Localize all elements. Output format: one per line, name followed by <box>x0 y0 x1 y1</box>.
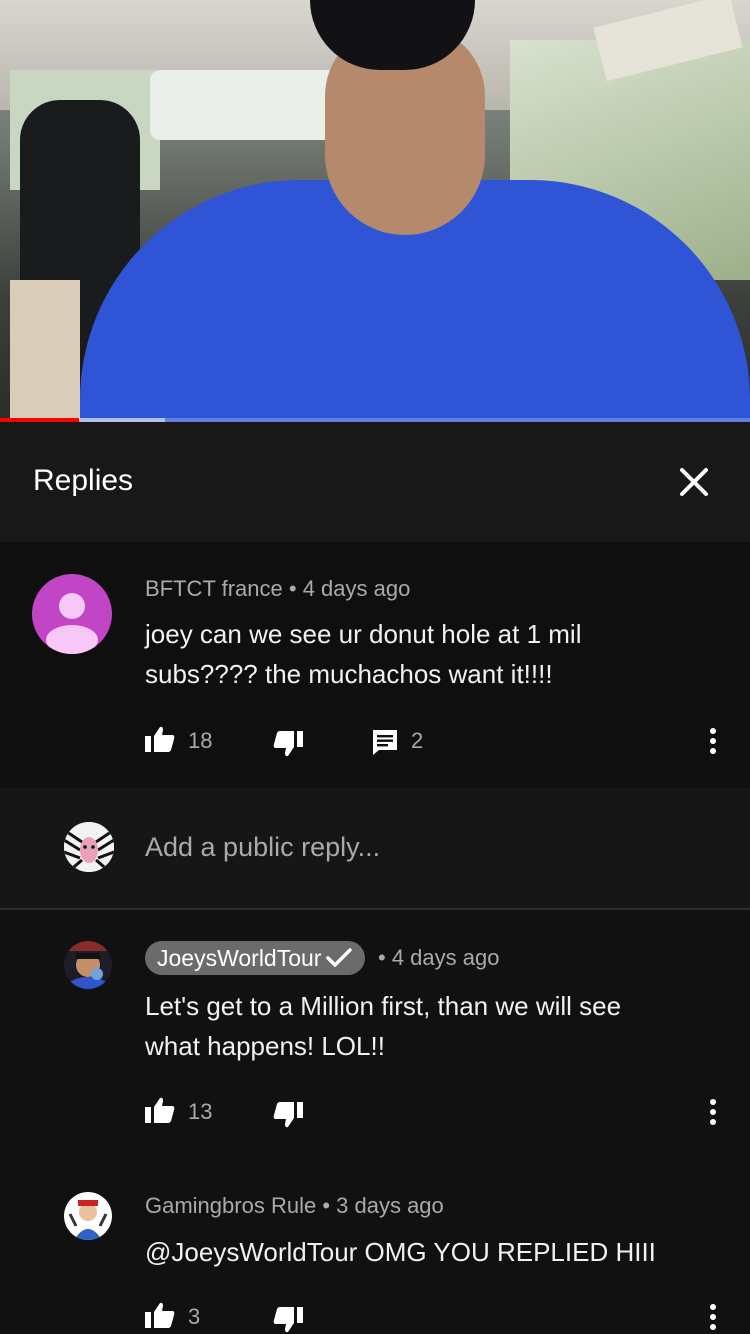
comment-text: @JoeysWorldTour OMG YOU REPLIED HIII <box>145 1232 735 1272</box>
user-avatar[interactable] <box>64 822 114 872</box>
comment-text: joey can we see ur donut hole at 1 mil s… <box>145 614 705 694</box>
comment-text-line: what happens! LOL!! <box>145 1031 385 1061</box>
comment-author[interactable]: BFTCT france <box>145 576 283 601</box>
default-person-icon <box>46 593 98 654</box>
more-vert-icon[interactable] <box>706 1097 720 1127</box>
comment-text: Let's get to a Million first, than we wi… <box>145 986 705 1066</box>
avatar[interactable] <box>32 574 112 654</box>
gamingbros-avatar-image <box>64 1192 112 1240</box>
thumbs-up-icon[interactable] <box>144 725 176 753</box>
close-icon[interactable] <box>672 460 716 504</box>
like-count: 18 <box>188 728 213 753</box>
comment-text-line: @JoeysWorldTour OMG YOU REPLIED HIII <box>145 1237 656 1267</box>
thumbs-up-icon[interactable] <box>144 1096 176 1124</box>
comment-meta: • 4 days ago <box>378 945 499 971</box>
meta-separator: • <box>288 576 297 601</box>
thumbs-down-icon[interactable] <box>272 1306 304 1334</box>
replies-header: Replies <box>0 422 750 542</box>
comment-text-line: joey can we see ur donut hole at 1 mil <box>145 619 582 649</box>
video-player[interactable] <box>0 0 750 422</box>
video-frame-bag <box>10 280 80 420</box>
author-chip[interactable]: JoeysWorldTour <box>145 941 366 975</box>
avatar[interactable] <box>64 941 112 989</box>
thumbs-down-icon[interactable] <box>272 1101 304 1129</box>
thumbs-down-icon[interactable] <box>272 730 304 758</box>
replies-title: Replies <box>33 464 134 497</box>
reply-comment-icon[interactable] <box>371 728 399 756</box>
more-vert-icon[interactable] <box>706 726 720 756</box>
like-count: 13 <box>188 1099 213 1124</box>
comment-time: 4 days ago <box>302 576 411 601</box>
comment-time: 3 days ago <box>336 1193 444 1218</box>
comment-time: 4 days ago <box>391 945 500 970</box>
comment-text-line: subs???? the muchachos want it!!!! <box>145 659 553 689</box>
meta-separator: • <box>378 945 386 970</box>
meta-separator: • <box>322 1193 331 1218</box>
reply-input[interactable]: Add a public reply... <box>145 832 380 863</box>
reply-count: 2 <box>411 728 424 753</box>
comment-author: JoeysWorldTour <box>157 944 322 971</box>
user-avatar-image <box>64 822 114 872</box>
verified-check-icon <box>326 948 353 967</box>
comment-text-line: Let's get to a Million first, than we wi… <box>145 991 622 1021</box>
divider <box>0 908 750 910</box>
thumbs-up-icon[interactable] <box>144 1301 176 1329</box>
more-vert-icon[interactable] <box>706 1302 720 1332</box>
comment-author[interactable]: Gamingbros Rule <box>145 1193 316 1218</box>
comment-meta: BFTCT france • 4 days ago <box>145 576 410 602</box>
comment-meta: Gamingbros Rule • 3 days ago <box>145 1193 444 1219</box>
add-reply-bar[interactable]: Add a public reply... <box>0 788 750 908</box>
joey-avatar-image <box>64 941 112 989</box>
parent-comment: BFTCT france • 4 days ago joey can we se… <box>0 542 750 788</box>
avatar[interactable] <box>64 1192 112 1240</box>
like-count: 3 <box>188 1304 201 1329</box>
